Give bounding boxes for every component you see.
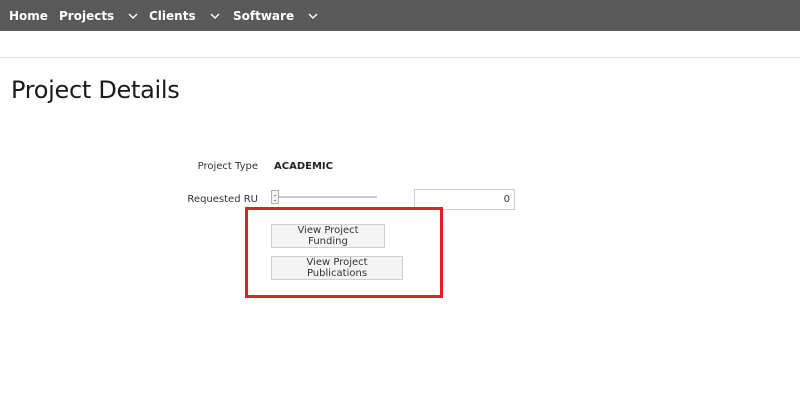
nav-projects[interactable]: Projects bbox=[59, 0, 138, 31]
view-project-funding-button[interactable]: View Project Funding bbox=[271, 224, 385, 248]
top-navbar: Home Projects Clients Software bbox=[0, 0, 800, 31]
project-type-value: ACADEMIC bbox=[274, 161, 333, 172]
nav-software-label: Software bbox=[233, 8, 295, 23]
page-title: Project Details bbox=[11, 76, 180, 104]
nav-projects-label: Projects bbox=[59, 8, 115, 23]
requested-ru-slider[interactable] bbox=[275, 196, 377, 198]
chevron-down-icon bbox=[128, 13, 138, 19]
project-type-label: Project Type bbox=[197, 161, 258, 172]
nav-clients[interactable]: Clients bbox=[149, 0, 220, 31]
nav-software[interactable]: Software bbox=[233, 0, 318, 31]
chevron-down-icon bbox=[308, 13, 318, 19]
requested-ru-input[interactable] bbox=[414, 189, 515, 210]
requested-ru-label: Requested RU bbox=[187, 194, 258, 205]
annotation-highlight-box bbox=[245, 207, 443, 298]
chevron-down-icon bbox=[210, 13, 220, 19]
header-divider bbox=[0, 57, 800, 58]
nav-home[interactable]: Home bbox=[9, 0, 48, 31]
nav-clients-label: Clients bbox=[149, 8, 196, 23]
nav-home-label: Home bbox=[9, 8, 48, 23]
view-project-publications-button[interactable]: View Project Publications bbox=[271, 256, 403, 280]
requested-ru-slider-handle[interactable] bbox=[271, 190, 279, 204]
